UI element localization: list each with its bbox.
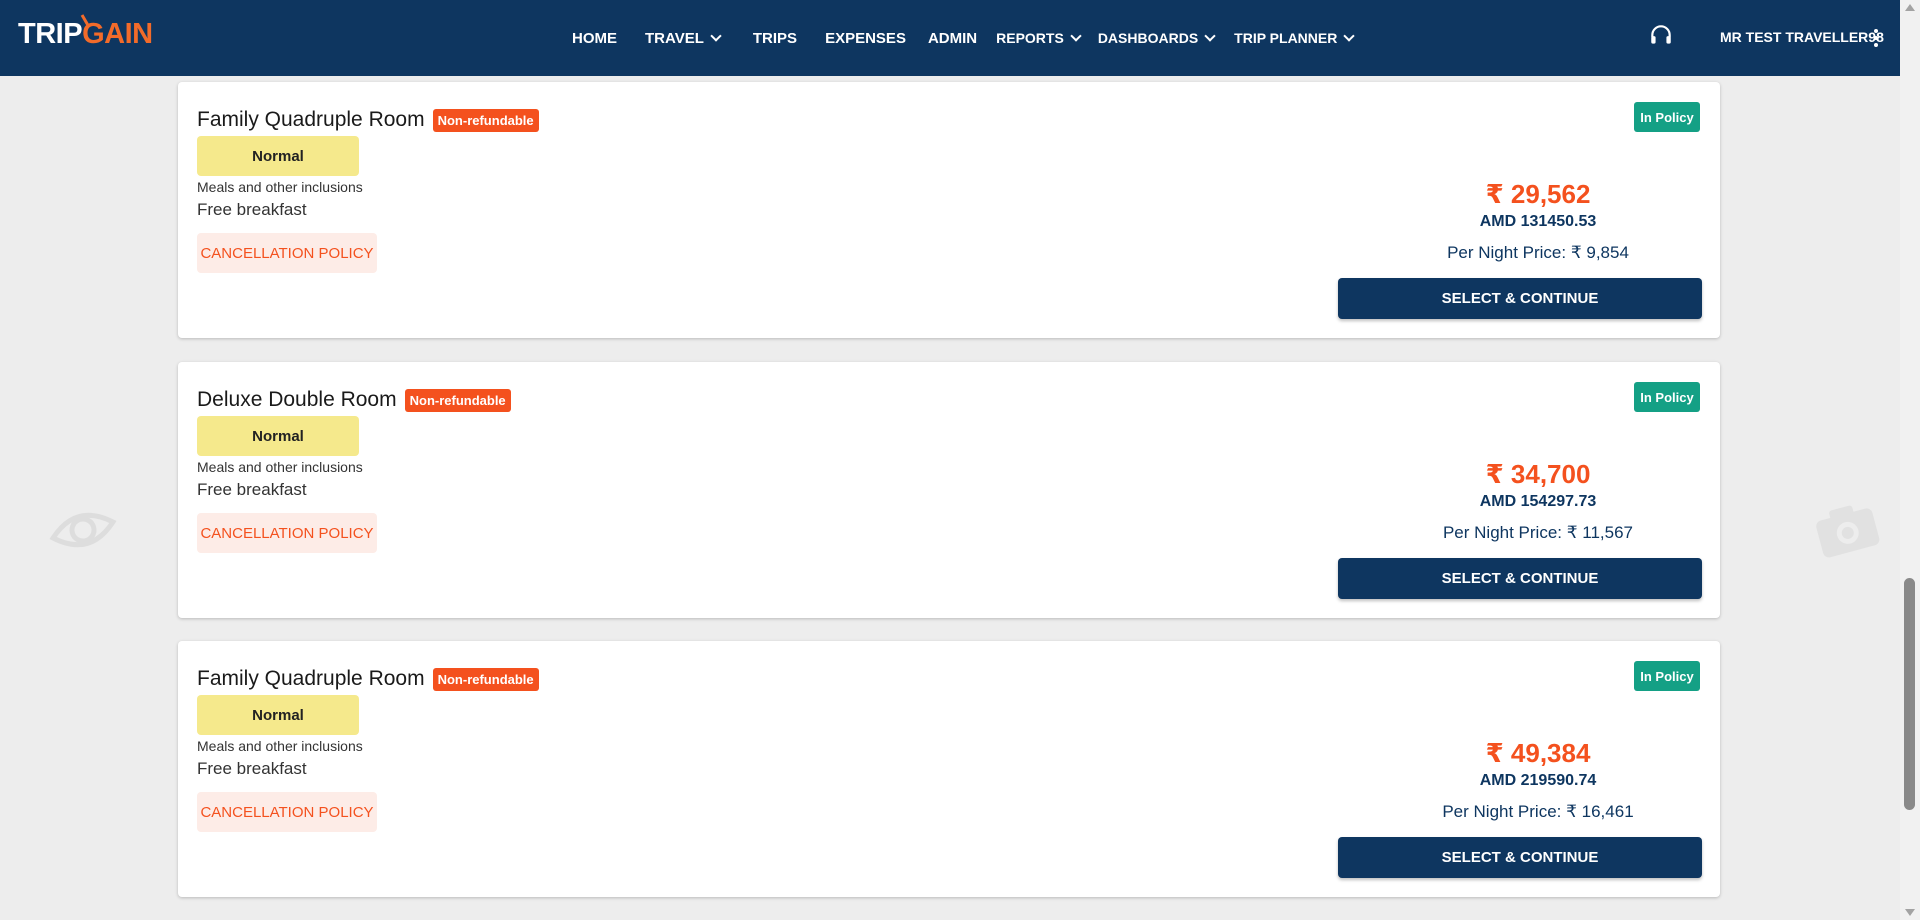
chevron-down-icon: [1204, 30, 1216, 42]
eye-icon: [49, 512, 117, 548]
room-card: Family Quadruple Room Non-refundable Nor…: [178, 641, 1720, 897]
select-continue-button[interactable]: SELECT & CONTINUE: [1338, 558, 1702, 599]
nav-trip-planner[interactable]: TRIP PLANNER: [1234, 30, 1356, 46]
main-nav: HOME TRAVEL TRIPS EXPENSES ADMIN REPORTS…: [572, 0, 1356, 76]
logo-text-gain: GAIN: [82, 18, 153, 50]
chevron-down-icon: [710, 30, 722, 42]
nav-admin[interactable]: ADMIN: [928, 30, 977, 47]
nav-admin-label: ADMIN: [927, 29, 978, 47]
room-title: Deluxe Double Room Non-refundable: [197, 388, 511, 412]
room-title: Family Quadruple Room Non-refundable: [197, 667, 539, 691]
price-block: ₹ 49,384 AMD 219590.74 Per Night Price: …: [1338, 738, 1738, 822]
top-navbar: TRIP GAIN HOME TRAVEL TRIPS EXPENSES ADMI…: [0, 0, 1900, 76]
room-name: Deluxe Double Room: [197, 388, 397, 411]
in-policy-badge: In Policy: [1634, 382, 1700, 412]
nav-dashboards-label: DASHBOARDS: [1097, 30, 1199, 46]
nav-dashboards[interactable]: DASHBOARDS: [1097, 30, 1216, 46]
room-card: Family Quadruple Room Non-refundable Nor…: [178, 82, 1720, 338]
room-type-tag: Normal: [197, 136, 359, 176]
per-night-price: Per Night Price: ₹ 11,567: [1442, 523, 1634, 542]
price-amd: AMD 154297.73: [1479, 493, 1597, 510]
scrollbar-thumb[interactable]: [1904, 578, 1915, 810]
room-type-tag: Normal: [197, 416, 359, 456]
chevron-down-icon: [1070, 30, 1082, 42]
non-refundable-badge: Non-refundable: [432, 108, 539, 132]
headset-icon[interactable]: [1648, 22, 1674, 48]
nav-travel[interactable]: TRAVEL: [645, 29, 722, 47]
nav-expenses[interactable]: EXPENSES: [825, 30, 906, 47]
price-amd: AMD 131450.53: [1479, 213, 1597, 230]
room-name: Family Quadruple Room: [197, 667, 425, 690]
scroll-up-arrow-icon[interactable]: [1905, 4, 1915, 11]
room-card: Deluxe Double Room Non-refundable Normal…: [178, 362, 1720, 618]
per-night-price: Per Night Price: ₹ 9,854: [1447, 243, 1629, 262]
camera-icon: [1816, 505, 1880, 558]
in-policy-badge: In Policy: [1634, 661, 1700, 691]
logo-text-trip: TRIP: [18, 18, 83, 50]
in-policy-badge: In Policy: [1634, 102, 1700, 132]
nav-reports[interactable]: REPORTS: [996, 30, 1082, 46]
price-block: ₹ 34,700 AMD 154297.73 Per Night Price: …: [1338, 459, 1738, 543]
meal-inclusion: Free breakfast: [197, 480, 307, 499]
per-night-price: Per Night Price: ₹ 16,461: [1442, 802, 1634, 821]
nav-home[interactable]: HOME: [572, 30, 617, 47]
price-inr: ₹ 34,700: [1485, 459, 1591, 489]
meal-inclusion: Free breakfast: [197, 759, 307, 778]
select-continue-button[interactable]: SELECT & CONTINUE: [1338, 278, 1702, 319]
room-title: Family Quadruple Room Non-refundable: [197, 108, 539, 132]
price-inr: ₹ 29,562: [1485, 179, 1591, 209]
nav-trips-label: TRIPS: [752, 29, 798, 47]
non-refundable-badge: Non-refundable: [432, 667, 539, 691]
non-refundable-badge: Non-refundable: [404, 388, 511, 412]
meals-label: Meals and other inclusions: [197, 738, 363, 754]
chevron-down-icon: [1343, 30, 1356, 42]
vertical-scrollbar[interactable]: [1900, 0, 1920, 920]
cancellation-policy-button[interactable]: CANCELLATION POLICY: [197, 513, 377, 553]
price-inr: ₹ 49,384: [1485, 738, 1591, 768]
meals-label: Meals and other inclusions: [197, 459, 363, 475]
nav-trip-planner-label: TRIP PLANNER: [1234, 30, 1338, 46]
nav-reports-label: REPORTS: [996, 30, 1064, 46]
user-menu[interactable]: MR TEST TRAVELLER98: [1720, 29, 1884, 45]
nav-home-label: HOME: [572, 29, 617, 47]
scroll-down-arrow-icon[interactable]: [1905, 909, 1915, 916]
nav-trips[interactable]: TRIPS: [753, 30, 797, 47]
cancellation-policy-button[interactable]: CANCELLATION POLICY: [197, 233, 377, 273]
cancellation-policy-button[interactable]: CANCELLATION POLICY: [197, 792, 377, 832]
nav-expenses-label: EXPENSES: [825, 29, 906, 47]
tripgain-logo[interactable]: TRIP GAIN: [18, 18, 153, 51]
kebab-menu-icon[interactable]: [1873, 29, 1879, 47]
select-continue-button[interactable]: SELECT & CONTINUE: [1338, 837, 1702, 878]
price-amd: AMD 219590.74: [1479, 772, 1597, 789]
meal-inclusion: Free breakfast: [197, 200, 307, 219]
room-name: Family Quadruple Room: [197, 108, 425, 131]
meals-label: Meals and other inclusions: [197, 179, 363, 195]
room-type-tag: Normal: [197, 695, 359, 735]
price-block: ₹ 29,562 AMD 131450.53 Per Night Price: …: [1338, 179, 1738, 263]
nav-travel-label: TRAVEL: [645, 29, 704, 47]
